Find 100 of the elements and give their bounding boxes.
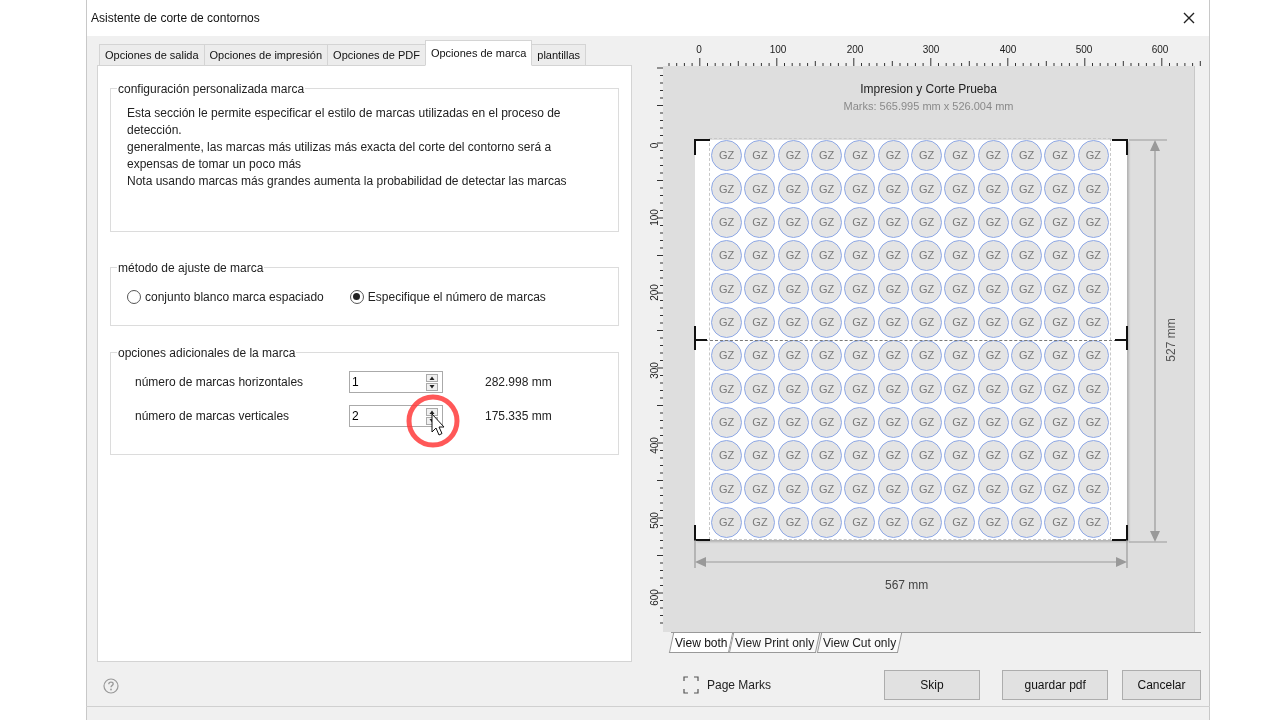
tab[interactable]: Opciones de salida (99, 44, 205, 66)
sticker-label: GZ (777, 140, 809, 172)
ruler-label: 500 (647, 511, 661, 531)
sticker-label: GZ (1044, 273, 1076, 305)
page-marks-checkbox[interactable]: Page Marks (683, 676, 876, 694)
sticker-label: GZ (744, 373, 776, 405)
sticker-label: GZ (1044, 440, 1076, 472)
ruler-label: 100 (647, 208, 661, 228)
sticker-label: GZ (877, 140, 909, 172)
sticker-label: GZ (711, 473, 743, 505)
sticker-label: GZ (944, 273, 976, 305)
sticker-label: GZ (811, 273, 843, 305)
sticker-label: GZ (911, 206, 943, 238)
sticker-label: GZ (711, 240, 743, 272)
sticker-label: GZ (977, 473, 1009, 505)
sticker-label: GZ (777, 473, 809, 505)
sticker-label: GZ (777, 373, 809, 405)
number-spinner[interactable]: 1 (349, 371, 443, 393)
tab[interactable]: Opciones de marca (424, 40, 533, 66)
sticker-label: GZ (911, 173, 943, 205)
sticker-label: GZ (877, 373, 909, 405)
sticker-label: GZ (811, 406, 843, 438)
sticker-label: GZ (944, 206, 976, 238)
number-input[interactable]: 1 (350, 372, 420, 392)
radio-option[interactable]: Especifique el número de marcas (349, 287, 546, 306)
sticker-label: GZ (1011, 306, 1043, 338)
radio-button[interactable] (127, 289, 141, 304)
sticker-label: GZ (711, 206, 743, 238)
sticker-label: GZ (711, 340, 743, 372)
sticker-label: GZ (1077, 406, 1109, 438)
field-label: número de marcas horizontales (135, 374, 305, 391)
sticker-label: GZ (1077, 340, 1109, 372)
tab[interactable]: Opciones de impresión (203, 44, 329, 66)
sticker-label: GZ (944, 373, 976, 405)
sticker-label: GZ (977, 406, 1009, 438)
sticker-label: GZ (811, 240, 843, 272)
sticker-label: GZ (1044, 473, 1076, 505)
number-input[interactable]: 2 (350, 406, 420, 426)
sticker-label: GZ (911, 440, 943, 472)
sticker-label: GZ (777, 506, 809, 538)
measurement-text: 282.998 mm (485, 374, 552, 391)
sticker-label: GZ (877, 240, 909, 272)
sticker-label: GZ (977, 140, 1009, 172)
sticker-label: GZ (1077, 373, 1109, 405)
sticker-label: GZ (711, 440, 743, 472)
radio-button[interactable] (349, 289, 364, 304)
sticker-label: GZ (877, 406, 909, 438)
sticker-label: GZ (911, 273, 943, 305)
preview-subtitle: Marks: 565.995 mm x 526.004 mm (843, 99, 1014, 114)
sticker-label: GZ (977, 240, 1009, 272)
view-tab[interactable]: View Cut only (816, 633, 902, 653)
sticker-label: GZ (1044, 140, 1076, 172)
sticker-label: GZ (877, 206, 909, 238)
sticker-label: GZ (877, 506, 909, 538)
sticker-label: GZ (944, 173, 976, 205)
ruler-label: 600 (647, 588, 661, 608)
sticker-label: GZ (1077, 473, 1109, 505)
tab[interactable]: Opciones de PDF (327, 44, 426, 66)
dialog-button[interactable]: guardar pdf (1002, 670, 1108, 700)
sticker-label: GZ (844, 506, 876, 538)
measurement-text: 175.335 mm (485, 408, 552, 425)
window-title: Asistente de corte de contornos (91, 10, 260, 27)
view-tab[interactable]: View both (668, 633, 734, 653)
sticker-label: GZ (777, 206, 809, 238)
sticker-label: GZ (811, 306, 843, 338)
sticker-label: GZ (1011, 406, 1043, 438)
sticker-label: GZ (977, 506, 1009, 538)
sticker-label: GZ (711, 506, 743, 538)
ruler-label: 100 (769, 43, 787, 57)
dialog-button[interactable]: Skip (883, 670, 981, 700)
sticker-label: GZ (744, 240, 776, 272)
view-tab[interactable]: View Print only (729, 633, 821, 653)
sticker-label: GZ (777, 273, 809, 305)
sticker-label: GZ (1011, 173, 1043, 205)
field-label: número de marcas verticales (135, 408, 291, 425)
sticker-label: GZ (911, 140, 943, 172)
ruler-label: 300 (647, 361, 661, 381)
sticker-label: GZ (844, 440, 876, 472)
sticker-label: GZ (711, 373, 743, 405)
tab[interactable]: plantillas (531, 44, 587, 66)
sticker-label: GZ (911, 406, 943, 438)
radio-option[interactable]: conjunto blanco marca espaciado (127, 287, 324, 306)
dialog-button[interactable]: Cancelar (1122, 670, 1201, 700)
sticker-label: GZ (1044, 306, 1076, 338)
checkbox-icon[interactable] (683, 676, 699, 694)
sticker-label: GZ (1044, 340, 1076, 372)
sticker-label: GZ (877, 340, 909, 372)
sticker-label: GZ (1011, 140, 1043, 172)
sticker-label: GZ (877, 273, 909, 305)
sticker-label: GZ (844, 473, 876, 505)
sticker-label: GZ (877, 440, 909, 472)
sticker-label: GZ (1011, 506, 1043, 538)
sticker-label: GZ (844, 340, 876, 372)
sticker-label: GZ (911, 306, 943, 338)
spin-up-icon (426, 407, 438, 416)
sticker-label: GZ (944, 473, 976, 505)
sticker-label: GZ (744, 473, 776, 505)
sticker-label: GZ (911, 506, 943, 538)
sticker-label: GZ (977, 340, 1009, 372)
spin-down-icon (426, 382, 438, 391)
